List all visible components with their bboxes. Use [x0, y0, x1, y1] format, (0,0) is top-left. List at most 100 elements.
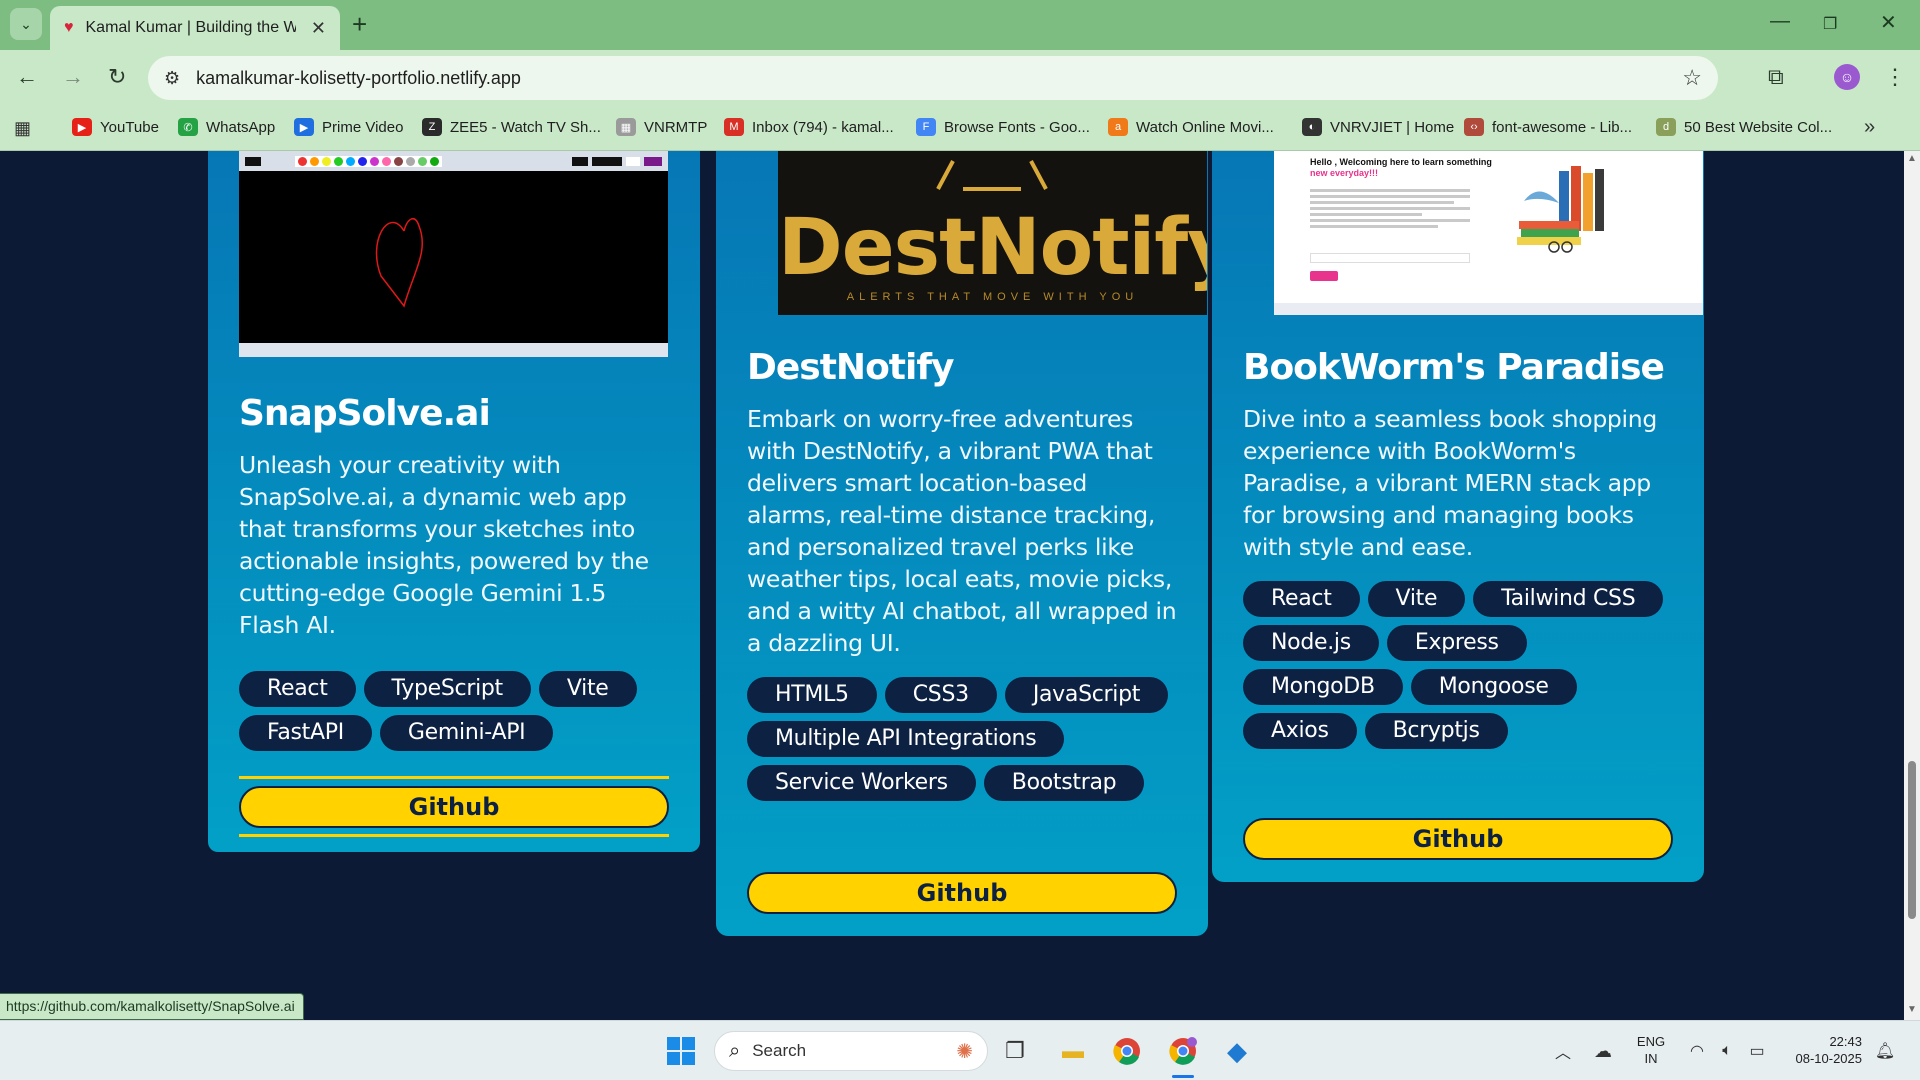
bookmark-item[interactable]: ✆ WhatsApp	[178, 118, 275, 136]
task-view-icon[interactable]: ❐	[1000, 1036, 1030, 1066]
vscode-icon[interactable]: ◆	[1222, 1036, 1252, 1066]
bookmark-favicon-icon: ▦	[616, 118, 636, 136]
bookmark-label: VNRMTP	[644, 118, 708, 136]
back-icon[interactable]: ←	[16, 64, 38, 90]
bookmark-item[interactable]: ◐ VNRVJIET | Home	[1302, 118, 1454, 136]
bookmark-label: font-awesome - Lib...	[1492, 118, 1633, 136]
bookmark-item[interactable]: F Browse Fonts - Goo...	[916, 118, 1090, 136]
project-card-destnotify: DestNotify ALERTS THAT MOVE WITH YOU Des…	[716, 151, 1208, 936]
bookmark-star-icon[interactable]: ☆	[1682, 65, 1702, 91]
close-tab-icon[interactable]: ✕	[311, 18, 326, 39]
project-title: SnapSolve.ai	[239, 393, 491, 434]
tech-tags: React TypeScript Vite FastAPI Gemini-API	[239, 671, 669, 751]
tech-tag: Axios	[1243, 713, 1357, 749]
logo-tagline: ALERTS THAT MOVE WITH YOU	[846, 291, 1139, 303]
bookmark-favicon-icon: d	[1656, 118, 1676, 136]
project-card-snapsolve: SnapSolve.ai Unleash your creativity wit…	[208, 151, 700, 852]
bookmark-item[interactable]: ▶ Prime Video	[294, 118, 403, 136]
bookmark-favicon-icon: F	[916, 118, 936, 136]
search-highlight-icon: ✺	[956, 1040, 973, 1063]
bookmark-favicon-icon: ✆	[178, 118, 198, 136]
clock[interactable]: 22:43 08-10-2025	[1782, 1033, 1863, 1067]
bookmark-item[interactable]: d 50 Best Website Col...	[1656, 118, 1832, 136]
bookmark-item[interactable]: M Inbox (794) - kamal...	[724, 118, 894, 136]
bookmark-item[interactable]: Z ZEE5 - Watch TV Sh...	[422, 118, 601, 136]
bookmark-favicon-icon: M	[724, 118, 744, 136]
tech-tag: Service Workers	[747, 765, 976, 801]
bookmark-favicon-icon: ◐	[1302, 118, 1322, 136]
bookworm-screenshot: Hello , Welcoming here to learn somethin…	[1274, 151, 1703, 315]
site-info-icon[interactable]: ⚙	[164, 68, 180, 89]
search-icon: ⌕	[729, 1039, 741, 1062]
bookmark-label: 50 Best Website Col...	[1684, 118, 1833, 136]
books-illustration-icon	[1517, 166, 1604, 253]
restore-icon[interactable]: ❐	[1823, 14, 1837, 34]
forward-icon[interactable]: →	[62, 64, 84, 90]
bookmark-label: Inbox (794) - kamal...	[752, 118, 894, 136]
tab-title: Kamal Kumar | Building the Web	[85, 19, 296, 36]
project-description: Dive into a seamless book shopping exper…	[1243, 405, 1657, 561]
menu-icon[interactable]: ⋮	[1884, 64, 1906, 90]
url-text: kamalkumar-kolisetty-portfolio.netlify.a…	[196, 67, 521, 88]
scroll-down-icon[interactable]: ▼	[1907, 1004, 1917, 1015]
active-tab[interactable]: ♥ Kamal Kumar | Building the Web ✕	[50, 6, 340, 50]
github-button[interactable]: Github	[239, 786, 669, 828]
more-bookmarks-icon[interactable]: »	[1864, 116, 1875, 139]
chrome-profile-icon[interactable]	[1168, 1036, 1198, 1066]
tech-tag: TypeScript	[363, 671, 531, 707]
apps-grid-icon[interactable]: ▦	[14, 118, 31, 139]
tech-tag: React	[239, 671, 356, 707]
scroll-up-icon[interactable]: ▲	[1907, 153, 1917, 164]
bookmark-item[interactable]: ▶ YouTube	[72, 118, 159, 136]
page-viewport: SnapSolve.ai Unleash your creativity wit…	[0, 151, 1904, 1020]
bookmark-label: Prime Video	[322, 118, 404, 136]
file-explorer-icon[interactable]: ▬	[1058, 1036, 1088, 1066]
heart-sketch-icon	[375, 217, 423, 308]
bookmark-favicon-icon: ▶	[72, 118, 92, 136]
language-indicator[interactable]: ENG IN	[1634, 1033, 1668, 1067]
project-description: Embark on worry-free adventures with Des…	[747, 405, 1177, 657]
tech-tag: Vite	[1367, 581, 1466, 617]
page-scrollbar[interactable]: ▲ ▼	[1904, 151, 1920, 1020]
bookmark-label: Browse Fonts - Goo...	[944, 118, 1090, 136]
reload-icon[interactable]: ↻	[108, 64, 126, 90]
battery-icon[interactable]: ▭	[1742, 1036, 1772, 1066]
bookmark-item[interactable]: a Watch Online Movi...	[1108, 118, 1274, 136]
github-button[interactable]: Github	[1243, 818, 1673, 860]
project-title: DestNotify	[747, 347, 954, 388]
tech-tag: Multiple API Integrations	[747, 721, 1065, 757]
project-description: Unleash your creativity with SnapSolve.a…	[239, 451, 649, 639]
tech-tag: Vite	[538, 671, 637, 707]
bookmark-item[interactable]: ‹› font-awesome - Lib...	[1464, 118, 1632, 136]
tech-tag: Bootstrap	[983, 765, 1145, 801]
tech-tag: React	[1243, 581, 1360, 617]
taskbar-search[interactable]: ⌕ Search ✺	[714, 1031, 988, 1071]
github-button[interactable]: Github	[747, 872, 1177, 914]
destnotify-logo-image: DestNotify ALERTS THAT MOVE WITH YOU	[778, 151, 1207, 315]
volume-icon[interactable]: 🔈︎	[1712, 1036, 1742, 1066]
extensions-icon[interactable]: ⧉	[1768, 64, 1784, 90]
show-hidden-icons-icon[interactable]: ︿	[1548, 1036, 1578, 1066]
tech-tags: HTML5 CSS3 JavaScript Multiple API Integrat…	[747, 677, 1177, 801]
browser-toolbar: ← → ↻ ⚙ kamalkumar-kolisetty-portfolio.n…	[0, 50, 1920, 106]
scrollbar-thumb[interactable]	[1908, 761, 1916, 919]
bookmark-item[interactable]: ▦ VNRMTP	[616, 118, 707, 136]
tab-search-button[interactable]: ⌄	[10, 8, 42, 40]
address-bar[interactable]: ⚙ kamalkumar-kolisetty-portfolio.netlify…	[148, 56, 1718, 100]
bookmark-favicon-icon: Z	[422, 118, 442, 136]
chrome-icon[interactable]	[1112, 1036, 1142, 1066]
close-window-icon[interactable]: ✕	[1880, 10, 1897, 35]
new-tab-button[interactable]: +	[352, 10, 367, 38]
onedrive-icon[interactable]: ☁	[1588, 1036, 1618, 1066]
profile-avatar[interactable]: ☺	[1834, 64, 1860, 90]
project-title: BookWorm's Paradise	[1243, 347, 1665, 388]
bookmark-label: WhatsApp	[206, 118, 276, 136]
bookmark-label: YouTube	[100, 118, 159, 136]
wifi-icon[interactable]: ◠	[1682, 1036, 1712, 1066]
minimize-icon[interactable]: —	[1770, 10, 1790, 33]
notifications-icon[interactable]: 🔔︎	[1870, 1036, 1900, 1066]
tech-tag: Bcryptjs	[1364, 713, 1508, 749]
windows-start-icon[interactable]	[666, 1036, 696, 1066]
logo-emblem-icon	[936, 160, 1048, 191]
bookmark-favicon-icon: a	[1108, 118, 1128, 136]
